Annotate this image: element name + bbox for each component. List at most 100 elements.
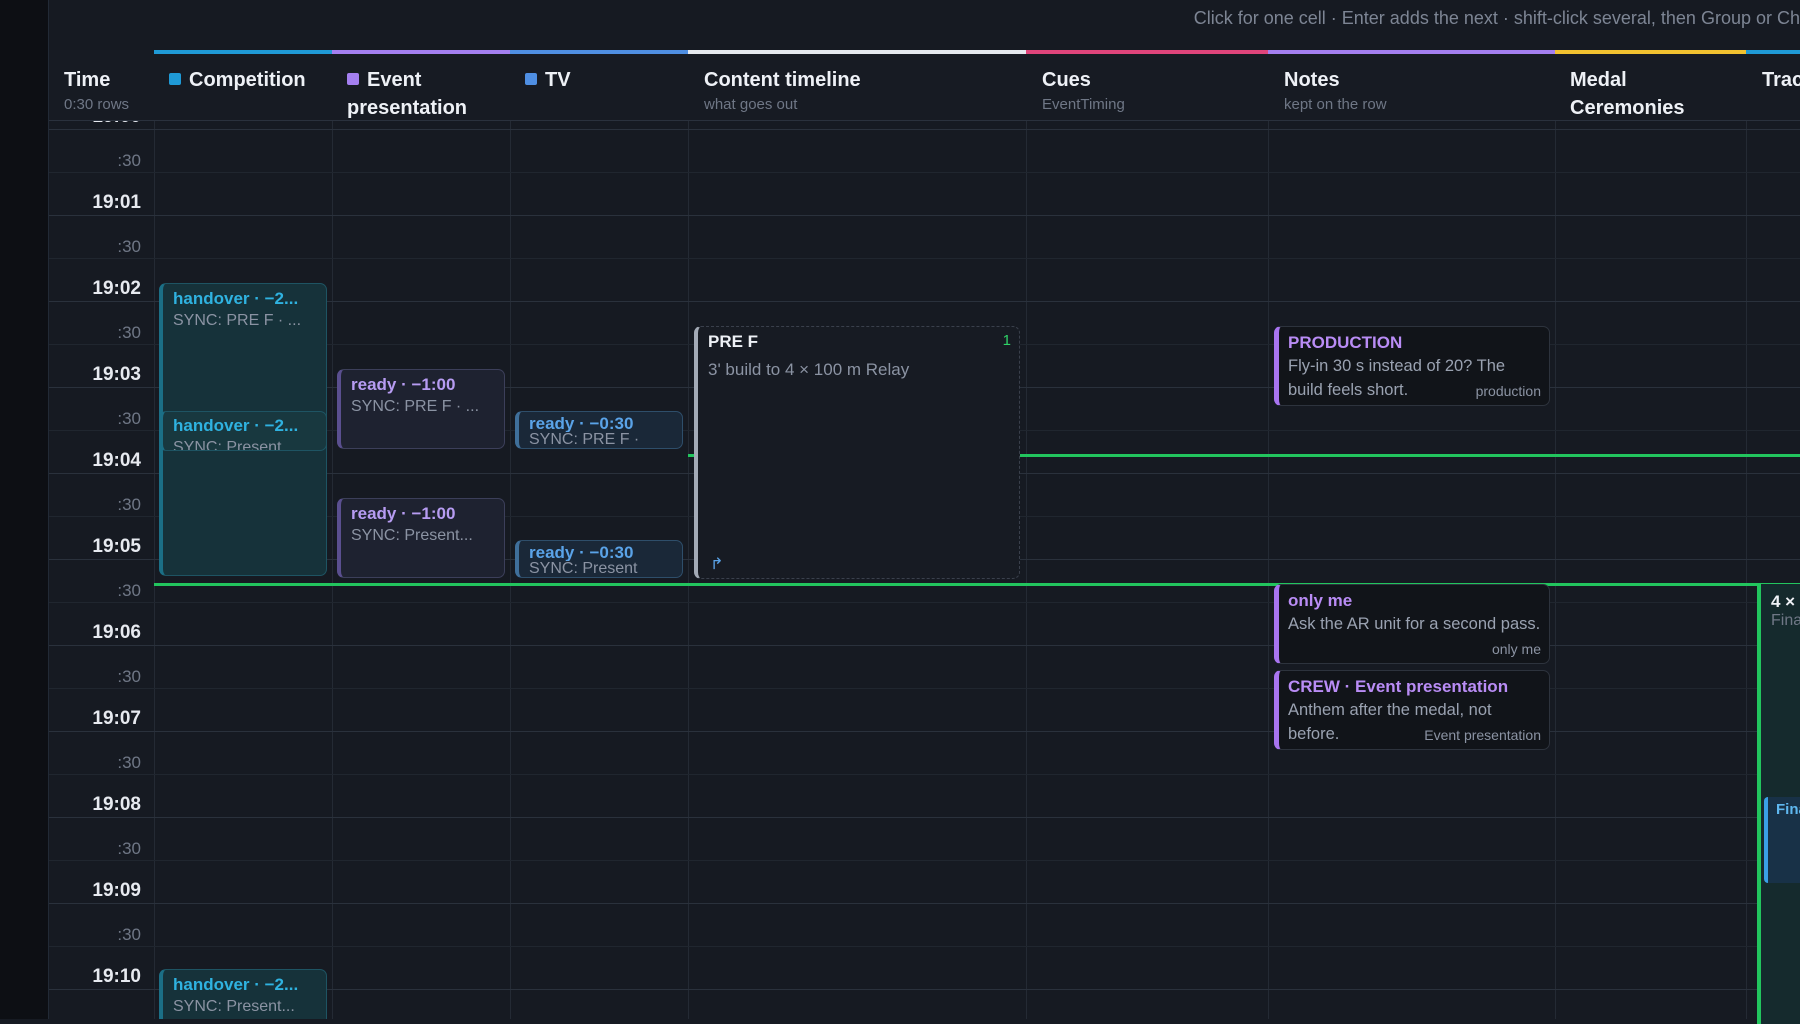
event-card-ready-2[interactable]: ready · −1:00 SYNC: Present... [337, 498, 505, 578]
event-square-icon [347, 73, 359, 85]
note-tag: Event presentation [1424, 727, 1541, 743]
header-time-sub: 0:30 rows [64, 96, 130, 113]
header-cues[interactable]: Cues EventTiming [1042, 66, 1125, 113]
grid-row-line [49, 817, 1800, 818]
half-hour-label: :30 [117, 323, 141, 342]
header-notes[interactable]: Notes kept on the row [1284, 66, 1387, 113]
competition-square-icon [169, 73, 181, 85]
card-sub: SYNC: Present... [351, 527, 473, 544]
left-sidebar [0, 0, 49, 1019]
column-header-row: Time 0:30 rows Competition Event present… [49, 50, 1800, 121]
pre-f-body: 3' build to 4 × 100 m Relay [708, 360, 910, 379]
pre-f-count-badge: 1 [1002, 332, 1011, 349]
card-title: handover · −2... [173, 416, 299, 435]
card-sub: SYNC: Present... [173, 998, 295, 1015]
card-title: ready · −1:00 [351, 504, 456, 523]
link-arrow-icon[interactable]: ↱ [710, 554, 723, 574]
time-label: 19:05 [92, 536, 141, 557]
header-content-sub: what goes out [704, 96, 798, 113]
header-event-title: Event presentation [347, 69, 468, 119]
header-track[interactable]: Trac [1762, 66, 1800, 94]
grid-row-line [49, 903, 1800, 904]
grid-row-line [49, 860, 1800, 861]
event-card-ready[interactable]: ready · −1:00 SYNC: PRE F · ... [337, 369, 505, 449]
column-divider [510, 121, 511, 1019]
final-title: Fina [1776, 801, 1800, 818]
relay-sub: Fina [1771, 612, 1800, 629]
competition-color-bar [154, 50, 332, 54]
grid-row-line [49, 946, 1800, 947]
card-sub: SYNC: PRE F · [529, 432, 640, 448]
top-bar: Click for one cell · Enter adds the next… [49, 0, 1800, 50]
note-card-only-me[interactable]: only me Ask the AR unit for a second pas… [1274, 584, 1550, 664]
card-sub: SYNC: PRE F · ... [351, 398, 480, 415]
header-medal-title: Medal Ceremonies [1570, 69, 1685, 119]
tv-square-icon [525, 73, 537, 85]
header-competition-title: Competition [189, 69, 306, 91]
header-content[interactable]: Content timeline what goes out [704, 66, 861, 113]
track-color-bar [1746, 50, 1800, 54]
time-label: 19:06 [92, 622, 141, 643]
card-sub: SYNC: PRE F · ... [173, 312, 302, 329]
header-event[interactable]: Event presentation [347, 66, 497, 122]
note-title: CREW · Event presentation [1288, 677, 1509, 696]
time-label: 19:08 [92, 794, 141, 815]
content-card-pre-f[interactable]: PRE F 3' build to 4 × 100 m Relay 1 ↱ [694, 326, 1020, 579]
header-time-title: Time [64, 69, 111, 91]
header-tv[interactable]: TV [525, 66, 571, 94]
event-color-bar [332, 50, 510, 54]
content-color-bar [688, 50, 1026, 54]
time-label: 19:07 [92, 708, 141, 729]
note-tag: production [1475, 383, 1541, 399]
note-title: only me [1288, 591, 1353, 610]
note-body: Ask the AR unit for a second pass. [1288, 615, 1541, 633]
header-medal[interactable]: Medal Ceremonies [1570, 66, 1720, 122]
half-hour-label: :30 [117, 495, 141, 514]
competition-card-handover-2[interactable]: handover · −2... SYNC: Present... [159, 411, 327, 451]
time-label: 19:10 [92, 966, 141, 987]
medal-color-bar [1555, 50, 1746, 54]
card-title: ready · −0:30 [529, 416, 634, 432]
grid-row-line [49, 258, 1800, 259]
half-hour-label: :30 [117, 839, 141, 858]
time-label: 19:04 [92, 450, 141, 471]
tv-card-ready-2[interactable]: ready · −0:30 SYNC: Present [515, 540, 683, 578]
track-card-final[interactable]: Fina [1764, 797, 1800, 883]
column-divider [1746, 121, 1747, 1019]
column-divider [1555, 121, 1556, 1019]
note-tag: only me [1491, 641, 1541, 657]
card-title: handover · −2... [173, 289, 299, 308]
tv-color-bar [510, 50, 688, 54]
half-hour-label: :30 [117, 581, 141, 600]
time-label: 19:02 [92, 278, 141, 299]
header-content-title: Content timeline [704, 69, 861, 91]
note-card-production[interactable]: PRODUCTION Fly-in 30 s instead of 20? Th… [1274, 326, 1550, 406]
column-divider [332, 121, 333, 1019]
header-notes-title: Notes [1284, 69, 1340, 91]
schedule-grid[interactable]: 19:00 :30 19:01 :30 19:02 :30 19:03 :30 19:04 :30… [49, 121, 1800, 1019]
half-hour-label: :30 [117, 667, 141, 686]
card-sub: SYNC: Present... [173, 439, 295, 451]
card-title: handover · −2... [173, 975, 299, 994]
half-hour-label: :30 [117, 151, 141, 170]
half-hour-label: :30 [117, 237, 141, 256]
grid-row-line [49, 129, 1800, 130]
note-card-crew[interactable]: CREW · Event presentation Anthem after t… [1274, 670, 1550, 750]
now-line-lower [154, 583, 1800, 586]
tv-card-ready[interactable]: ready · −0:30 SYNC: PRE F · [515, 411, 683, 449]
grid-row-line [49, 215, 1800, 216]
time-label: 19:00 [49, 121, 141, 128]
time-label: 19:01 [92, 192, 141, 213]
hint-text: Click for one cell · Enter adds the next… [1193, 8, 1800, 28]
card-title: ready · −0:30 [529, 545, 634, 561]
header-competition[interactable]: Competition [169, 66, 329, 94]
competition-card-handover-3[interactable]: handover · −2... SYNC: Present... [159, 969, 327, 1019]
time-label: 19:03 [92, 364, 141, 385]
header-notes-sub: kept on the row [1284, 96, 1387, 113]
half-hour-label: :30 [117, 925, 141, 944]
header-cues-sub: EventTiming [1042, 96, 1125, 113]
column-divider [154, 121, 155, 1019]
column-divider [1268, 121, 1269, 1019]
time-label: 19:09 [92, 880, 141, 901]
header-time: Time 0:30 rows [64, 66, 129, 113]
